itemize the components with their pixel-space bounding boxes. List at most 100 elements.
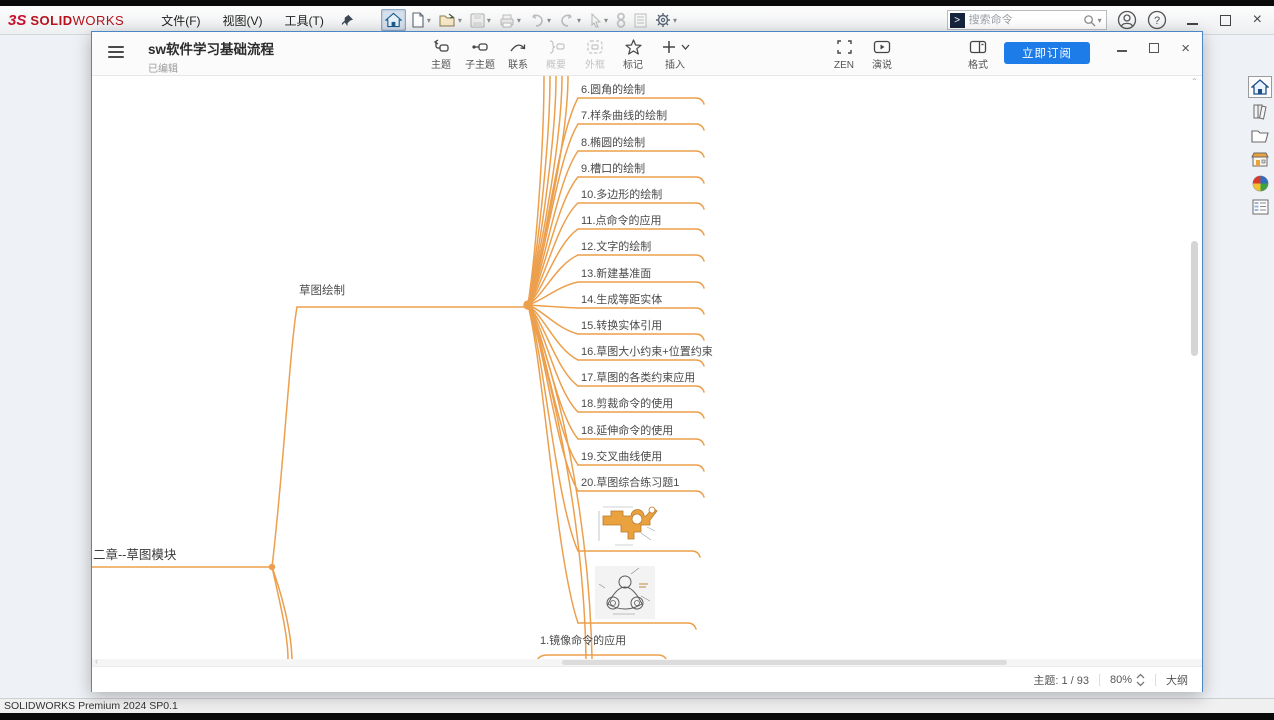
node-item[interactable]: 18.延伸命令的使用 (581, 422, 673, 438)
horizontal-scrollbar-thumb[interactable] (562, 660, 1007, 665)
help-icon[interactable]: ? (1147, 10, 1167, 30)
zen-icon (836, 40, 852, 54)
topic-counter: 主题: 1 / 93 (1033, 674, 1089, 687)
mindmap-close-button[interactable]: × (1181, 41, 1190, 56)
horizontal-scrollbar: ‹ (92, 656, 1202, 666)
node-item[interactable]: 12.文字的绘制 (581, 238, 651, 254)
mindmap-canvas[interactable]: 二章--草图模块 草图绘制 6.圆角的绘制 7.样条曲线的绘制 8.椭圆的绘制 … (92, 76, 1202, 659)
cad-image-node-2[interactable] (595, 566, 655, 624)
redo-button[interactable]: ▾ (556, 11, 584, 29)
summary-icon (549, 40, 565, 54)
select-button[interactable]: ▾ (586, 11, 611, 30)
node-item[interactable]: 20.草图综合练习题1 (581, 474, 679, 490)
account-icon[interactable] (1117, 10, 1137, 30)
subscribe-button[interactable]: 立即订阅 (1004, 42, 1090, 64)
menu-view[interactable]: 视图(V) (214, 8, 272, 33)
marker-button[interactable]: 标记 (611, 39, 655, 71)
hamburger-menu-icon[interactable] (108, 46, 124, 61)
vertical-scrollbar: ⌃ (1191, 76, 1199, 659)
zoom-stepper-icon[interactable] (1136, 673, 1145, 687)
node-item[interactable]: 9.槽口的绘制 (581, 160, 645, 176)
outline-toggle[interactable]: 大纲 (1166, 672, 1188, 688)
solidworks-mini-logo-icon: > (949, 12, 965, 28)
solidworks-logo: 3S SOLIDWORKS (8, 12, 124, 29)
custom-properties-icon[interactable] (1248, 196, 1272, 218)
quick-toolbar: ▾ ▾ ▾ ▾ ▾ ▾ ▾ ▾ (380, 9, 680, 31)
chevron-down-icon[interactable]: ▾ (517, 16, 521, 25)
search-input[interactable] (968, 14, 1083, 26)
app-maximize-button[interactable] (1219, 14, 1231, 26)
node-item[interactable]: 15.转换实体引用 (581, 317, 662, 333)
save-button[interactable]: ▾ (467, 11, 494, 30)
node-item[interactable]: 10.多边形的绘制 (581, 186, 662, 202)
search-icon[interactable] (1083, 14, 1096, 27)
design-library-icon[interactable] (1248, 100, 1272, 122)
cad-image-node-1[interactable] (595, 501, 660, 554)
node-chapter[interactable]: 二章--草图模块 (93, 544, 176, 563)
open-button[interactable]: ▾ (436, 11, 465, 30)
app-minimize-button[interactable] (1186, 23, 1198, 25)
chevron-down-icon[interactable]: ▾ (604, 16, 608, 25)
node-item[interactable]: 13.新建基准面 (581, 265, 651, 281)
format-button[interactable]: 格式 (956, 39, 1000, 71)
appearances-scenes-icon[interactable] (1248, 148, 1272, 170)
chevron-down-icon[interactable]: ▾ (577, 16, 581, 25)
insert-plus-icon (663, 41, 690, 53)
app-window-controls: × (1186, 12, 1262, 28)
summary-button[interactable]: 概要 (534, 39, 578, 71)
list-button[interactable] (631, 11, 650, 30)
color-sphere-icon[interactable] (1248, 172, 1272, 194)
solidworks-logo-mark: 3S (8, 11, 27, 29)
presentation-button[interactable]: 演说 (860, 39, 904, 71)
zoom-level: 80% (1109, 673, 1132, 686)
node-item[interactable]: 6.圆角的绘制 (581, 81, 645, 97)
home-button[interactable] (380, 9, 406, 31)
document-title-block: sw软件学习基础流程 已编辑 (148, 38, 274, 75)
print-button[interactable]: ▾ (496, 11, 524, 30)
node-item[interactable]: 18.剪裁命令的使用 (581, 395, 673, 411)
topic-icon (433, 39, 449, 52)
node-item[interactable]: 16.草图大小约束+位置约束 (581, 343, 713, 359)
file-explorer-icon[interactable] (1248, 124, 1272, 146)
mindmap-titlebar: sw软件学习基础流程 已编辑 主题 子主题 联系 概要 外框 标记 插入 ZEN… (92, 32, 1202, 76)
solidworks-status-text: SOLIDWORKS Premium 2024 SP0.1 (4, 700, 178, 712)
home-tab-icon[interactable] (1248, 76, 1272, 98)
screen: 3S SOLIDWORKS 文件(F) 视图(V) 工具(T) ▾ ▾ ▾ ▾ … (0, 0, 1274, 720)
scroll-up-arrow[interactable]: ⌃ (1191, 77, 1198, 86)
mindmap-minimize-button[interactable] (1117, 50, 1128, 52)
chevron-down-icon[interactable]: ▾ (673, 16, 677, 25)
app-close-button[interactable]: × (1253, 12, 1262, 28)
zoom-control[interactable]: 80% (1110, 673, 1145, 687)
undo-button[interactable]: ▾ (526, 11, 554, 29)
node-item[interactable]: 11.点命令的应用 (581, 212, 661, 228)
topic-button[interactable]: 主题 (419, 39, 463, 71)
relationship-icon (510, 44, 526, 52)
node-branch[interactable]: 草图绘制 (299, 282, 345, 298)
node-item[interactable]: 19.交叉曲线使用 (581, 448, 662, 464)
node-item[interactable]: 8.椭圆的绘制 (581, 134, 645, 150)
node-item[interactable]: 17.草图的各类约束应用 (581, 369, 695, 385)
chevron-down-icon[interactable]: ▾ (547, 16, 551, 25)
mindmap-window-controls: × (1117, 36, 1190, 60)
command-search-box[interactable]: > ▾ (946, 10, 1107, 30)
node-item[interactable]: 7.样条曲线的绘制 (581, 107, 667, 123)
vertical-scrollbar-thumb[interactable] (1191, 241, 1198, 356)
menu-tools[interactable]: 工具(T) (276, 8, 333, 33)
new-document-button[interactable]: ▾ (408, 10, 434, 30)
chevron-down-icon[interactable]: ▾ (427, 16, 431, 25)
pin-icon[interactable] (339, 11, 357, 29)
mindmap-maximize-button[interactable] (1149, 43, 1160, 53)
insert-button[interactable]: 插入 (650, 39, 700, 71)
chevron-down-icon[interactable]: ▾ (1098, 16, 1102, 25)
settings-gear-button[interactable]: ▾ (652, 10, 680, 30)
logo-word-bold: SOLID (30, 12, 73, 28)
chevron-down-icon[interactable]: ▾ (487, 16, 491, 25)
chevron-down-icon[interactable]: ▾ (458, 16, 462, 25)
task-pane (1246, 76, 1274, 218)
node-item[interactable]: 14.生成等距实体 (581, 291, 662, 307)
node-mirror-item[interactable]: 1.镜像命令的应用 (540, 632, 626, 648)
scroll-left-arrow[interactable]: ‹ (95, 656, 98, 666)
menu-file[interactable]: 文件(F) (152, 8, 209, 33)
bottom-black-bar (0, 713, 1274, 720)
attachment-button[interactable] (613, 10, 629, 30)
